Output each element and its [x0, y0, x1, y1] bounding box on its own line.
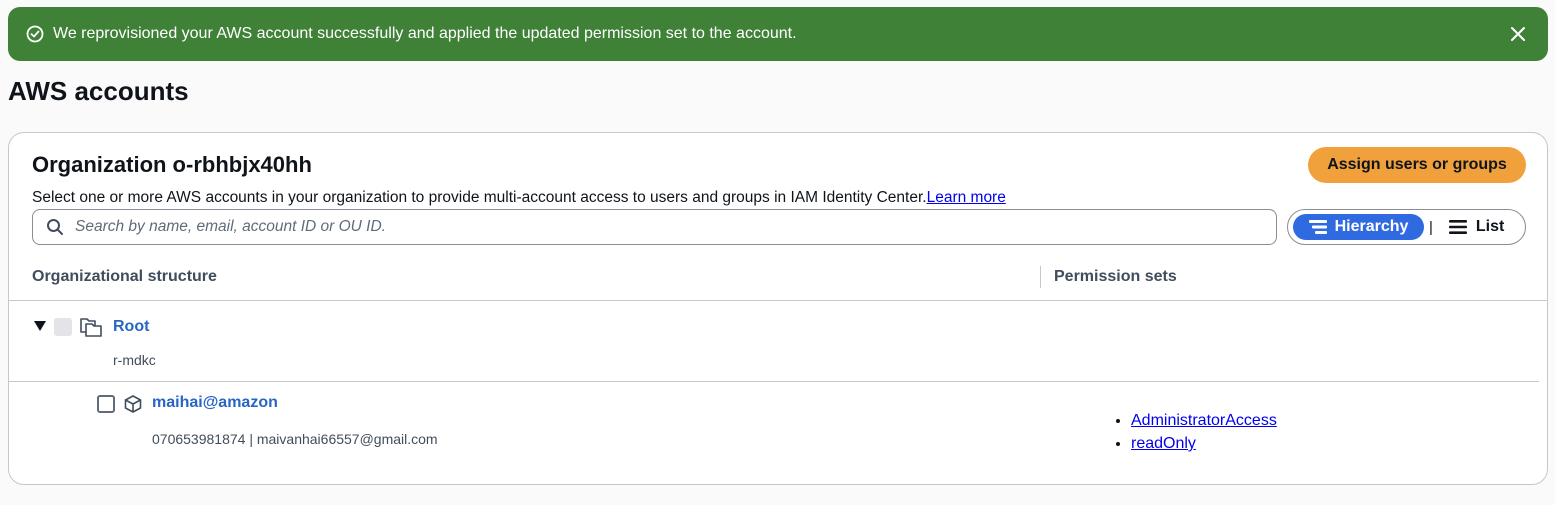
account-meta: 070653981874 | maivanhai66557@gmail.com — [152, 431, 438, 447]
list-toggle-button[interactable]: List — [1448, 218, 1505, 236]
permission-set-link[interactable]: AdministratorAccess — [1131, 412, 1277, 429]
check-circle-icon — [26, 25, 44, 43]
column-header-permission-sets: Permission sets — [1054, 268, 1177, 285]
root-id: r-mdkc — [113, 352, 156, 368]
assign-users-or-groups-button[interactable]: Assign users or groups — [1308, 147, 1526, 183]
column-divider — [1040, 266, 1041, 288]
row-divider — [9, 381, 1539, 382]
hierarchy-icon — [1308, 220, 1327, 234]
search-input[interactable] — [73, 217, 1223, 237]
account-checkbox[interactable] — [97, 395, 115, 413]
root-link[interactable]: Root — [113, 318, 149, 336]
column-header-structure: Organizational structure — [32, 268, 217, 285]
caret-down-icon[interactable] — [33, 320, 47, 332]
learn-more-link[interactable]: Learn more — [927, 189, 1006, 206]
permission-set-link[interactable]: readOnly — [1131, 435, 1196, 452]
hierarchy-label: Hierarchy — [1334, 218, 1409, 235]
root-checkbox — [54, 318, 72, 336]
list-label: List — [1475, 218, 1505, 235]
permission-set-list: AdministratorAccess readOnly — [1113, 409, 1277, 455]
organization-description: Select one or more AWS accounts in your … — [32, 189, 1006, 207]
hierarchy-toggle-button[interactable]: Hierarchy — [1293, 214, 1424, 240]
flash-message: We reprovisioned your AWS account succes… — [53, 25, 797, 42]
view-toggle: Hierarchy | List — [1287, 209, 1526, 245]
organization-panel: Organization o-rbhbjx40hh Assign users o… — [8, 132, 1548, 485]
search-field[interactable] — [32, 209, 1277, 245]
success-flash-banner: We reprovisioned your AWS account succes… — [8, 7, 1548, 61]
search-icon — [47, 219, 63, 235]
account-name-link[interactable]: maihai@amazon — [152, 394, 278, 412]
page-title: AWS accounts — [8, 76, 189, 106]
toggle-divider: | — [1429, 218, 1433, 236]
list-item: AdministratorAccess — [1131, 409, 1277, 432]
description-text: Select one or more AWS accounts in your … — [32, 189, 927, 206]
organization-title: Organization o-rbhbjx40hh — [32, 152, 312, 177]
list-icon — [1448, 220, 1467, 234]
header-divider — [9, 300, 1547, 301]
close-icon[interactable] — [1508, 24, 1528, 44]
list-item: readOnly — [1131, 432, 1277, 455]
folder-icon — [80, 318, 102, 337]
account-box-icon — [124, 395, 142, 413]
